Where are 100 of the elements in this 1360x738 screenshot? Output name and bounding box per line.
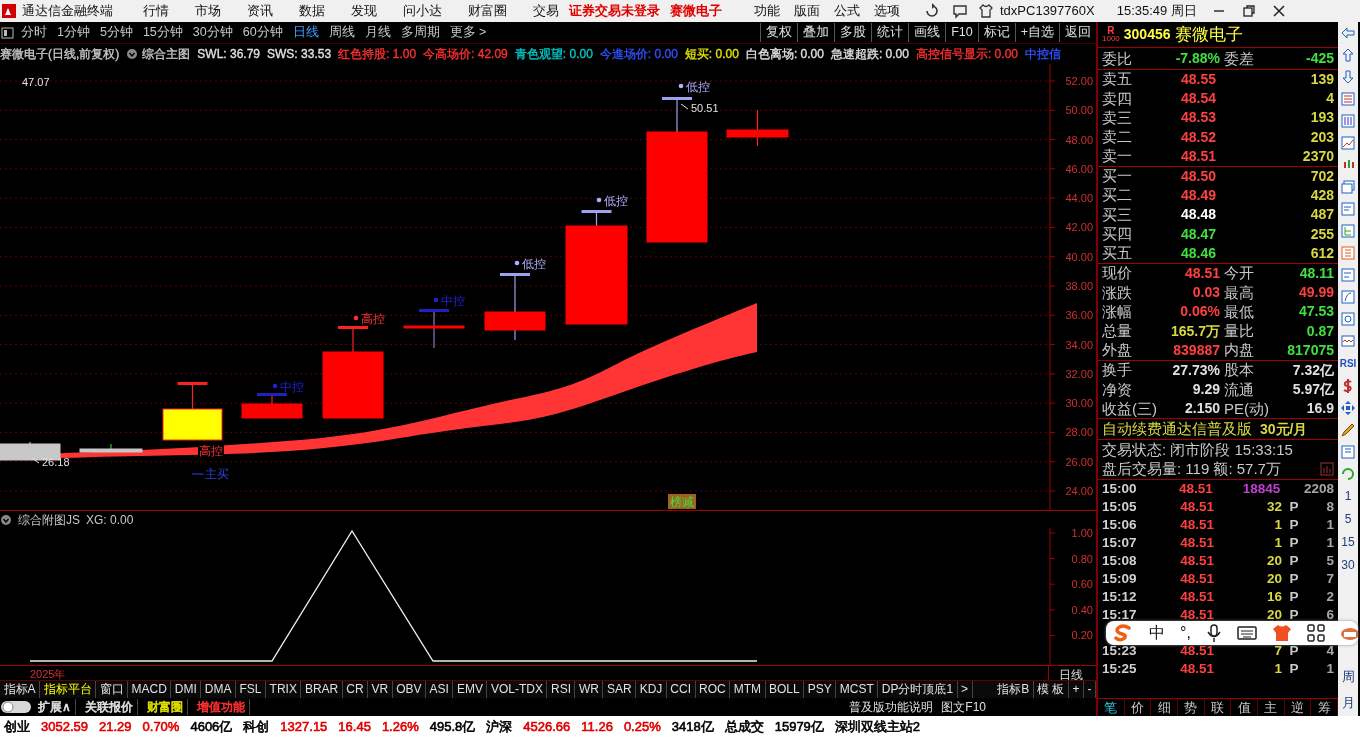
indicator-tab[interactable]: 指标平台 [40, 681, 96, 698]
indicator-tab[interactable]: EMV [453, 681, 488, 698]
toolbar-button[interactable]: 复权 [760, 23, 798, 42]
notice-link[interactable]: 普及版功能说明 [849, 698, 934, 716]
indicator-tab[interactable]: TRIX [266, 681, 302, 698]
indicator-tab[interactable]: KDJ [636, 681, 667, 698]
indicator-tab[interactable]: SAR [603, 681, 637, 698]
menu-item[interactable]: 版面 [794, 1, 820, 21]
toolbar-button[interactable]: +自选 [1014, 23, 1059, 42]
promo-link[interactable]: 自动续费通达信普及版 [1102, 418, 1252, 441]
period-tab[interactable]: 周线 [323, 23, 360, 42]
restore-icon[interactable] [1240, 3, 1257, 19]
function-link[interactable]: 财富圈 [142, 699, 188, 715]
toolbar-button[interactable]: + [1069, 681, 1084, 698]
period-shortcut[interactable]: 30 [1341, 557, 1355, 574]
period-shortcut[interactable]: 15 [1341, 534, 1355, 551]
menu-item[interactable]: 选项 [874, 1, 900, 21]
indicator-tab[interactable]: OBV [392, 681, 427, 698]
period-tab[interactable]: 30分钟 [187, 23, 238, 42]
indicator-tab[interactable]: RSI [547, 681, 576, 698]
period-shortcut[interactable]: 1 [1344, 488, 1352, 505]
close-icon[interactable] [1270, 3, 1287, 19]
menu-item[interactable]: 功能 [754, 1, 780, 21]
notice-link[interactable]: 图文F10 [941, 698, 986, 716]
menu-item[interactable]: 问小达 [403, 1, 442, 21]
menu-item[interactable]: 数据 [299, 1, 325, 21]
toolbar-button[interactable]: - [1084, 681, 1096, 698]
input-mode-toggle[interactable]: 中 [1149, 620, 1165, 645]
alert-text[interactable]: 证券交易未登录 [569, 1, 660, 21]
period-shortcut[interactable]: 周 [1341, 667, 1355, 687]
indicator-tab[interactable]: ASI [426, 681, 454, 698]
period-tab[interactable]: 1分钟 [52, 23, 95, 42]
period-tab[interactable]: 更多 > [444, 23, 492, 42]
shirt-icon[interactable] [978, 3, 994, 19]
input-method-logo-icon[interactable] [1112, 622, 1134, 643]
indicator-tab[interactable]: CR [342, 681, 369, 698]
toolbar-button[interactable]: 叠加 [797, 23, 835, 42]
indicator-tab[interactable]: MACD [128, 681, 172, 698]
toolbar-button[interactable]: 模 板 [1033, 681, 1069, 698]
period-tab[interactable]: 多周期 [395, 23, 445, 42]
toolbar-button[interactable]: 标记 [977, 23, 1015, 42]
indicator-tab[interactable]: BRAR [301, 681, 343, 698]
function-link[interactable]: 增值功能 [192, 699, 250, 715]
down-arrow-icon[interactable] [1340, 69, 1356, 85]
toolbar-button[interactable]: 指标B [993, 681, 1034, 698]
dropdown-icon[interactable] [0, 513, 12, 526]
toolbar-button[interactable]: 统计 [871, 23, 909, 42]
indicator-tab[interactable]: VR [368, 681, 393, 698]
menu-item[interactable]: 发现 [351, 1, 377, 21]
period-tab[interactable]: 日线 [287, 23, 324, 42]
toggle-icon[interactable] [0, 700, 32, 714]
toolbar-button[interactable]: > [957, 681, 973, 698]
indicator-tab[interactable]: DMI [171, 681, 202, 698]
pencil-icon[interactable] [1340, 422, 1356, 438]
indicator-tab[interactable]: MCST [836, 681, 879, 698]
indicator-tab[interactable]: PSY [804, 681, 837, 698]
microphone-icon[interactable] [1205, 622, 1222, 643]
menu-item[interactable]: 行情 [143, 1, 169, 21]
indicator-tab[interactable]: BOLL [765, 681, 805, 698]
panel-toggle-icon[interactable] [0, 25, 16, 40]
formula-name[interactable]: 综合主图 [142, 45, 191, 63]
toolbar-button[interactable]: 画线 [908, 23, 946, 42]
indicator-tab[interactable]: FSL [236, 681, 267, 698]
formula-name[interactable]: 综合附图JS [18, 510, 80, 529]
period-shortcut[interactable]: 月 [1341, 692, 1355, 712]
chat-icon[interactable] [952, 3, 968, 19]
period-tab[interactable]: 分时 [16, 23, 52, 42]
function-link[interactable]: 关联报价 [80, 699, 138, 715]
indicator-tab[interactable]: DMA [201, 681, 237, 698]
period-tab[interactable]: 月线 [359, 23, 396, 42]
windows-icon[interactable] [1340, 179, 1356, 195]
alert-text[interactable]: 赛微电子 [670, 1, 722, 21]
refresh-icon[interactable] [924, 3, 940, 19]
menu-item[interactable]: 交易 [533, 1, 559, 21]
menu-item[interactable]: 公式 [834, 1, 860, 21]
indicator-tab[interactable]: VOL-TDX [487, 681, 548, 698]
up-arrow-icon[interactable] [1340, 47, 1356, 63]
indicator-tab[interactable]: CCI [666, 681, 696, 698]
formula-icon[interactable] [1340, 289, 1356, 305]
indicator-tab[interactable]: DP分时顶底1 [878, 681, 958, 698]
period-shortcut[interactable]: 5 [1344, 511, 1352, 528]
move-icon[interactable] [1340, 400, 1356, 416]
period-tab[interactable]: 5分钟 [94, 23, 138, 42]
indicator-tab[interactable]: 窗口 [96, 681, 128, 698]
wave-icon[interactable] [1340, 333, 1356, 349]
period-tab[interactable]: 15分钟 [137, 23, 188, 42]
dropdown-icon[interactable] [126, 48, 139, 60]
apps-icon[interactable] [1306, 623, 1325, 642]
menu-item[interactable]: 市场 [195, 1, 221, 21]
strip-label[interactable]: RSI [1339, 356, 1357, 371]
toolbar-button[interactable]: 返回 [1059, 23, 1096, 42]
toolbar-button[interactable]: F10 [945, 23, 978, 42]
menu-item[interactable]: 资讯 [247, 1, 273, 21]
grid-icon[interactable] [1340, 113, 1356, 129]
function-link[interactable]: 扩展∧ [34, 699, 76, 715]
keyboard-icon[interactable] [1236, 624, 1257, 641]
menu-item[interactable]: 财富圈 [468, 1, 507, 21]
toolbar-button[interactable]: 多股 [834, 23, 872, 42]
indicator-tab[interactable]: 指标A [0, 681, 40, 698]
period-tab[interactable]: 60分钟 [237, 23, 288, 42]
